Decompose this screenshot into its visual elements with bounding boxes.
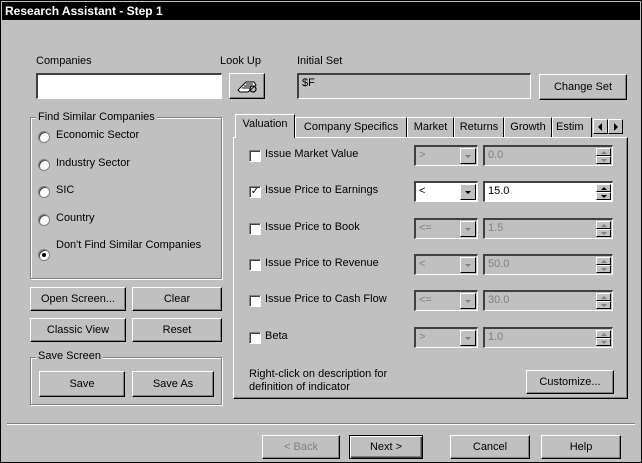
checkmark-icon: ✓ xyxy=(250,186,260,197)
criterion-checkbox[interactable] xyxy=(249,332,261,344)
window-titlebar[interactable]: Research Assistant - Step 1 xyxy=(2,2,640,20)
tab-scroll-left-icon[interactable] xyxy=(593,119,608,134)
criterion-value: 15.0 xyxy=(488,185,510,197)
criterion-value-spinner: 50.0 xyxy=(483,254,613,275)
criterion-checkbox[interactable]: ✓ xyxy=(249,186,261,198)
hint-text: Right-click on description for definitio… xyxy=(249,368,387,394)
criterion-value-spinner: 1.5 xyxy=(483,218,613,239)
criterion-label[interactable]: Issue Price to Revenue xyxy=(265,257,379,269)
tab-returns[interactable]: Returns xyxy=(454,117,504,137)
criterion-operator-value: <= xyxy=(419,294,432,306)
criterion-value: 1.0 xyxy=(488,331,504,343)
spinner-arrows-icon xyxy=(596,330,611,346)
criterion-checkbox[interactable] xyxy=(249,259,261,271)
customize-button[interactable]: Customize... xyxy=(526,370,614,394)
radio-sic[interactable] xyxy=(38,186,50,198)
tab-estimates[interactable]: Estim xyxy=(552,117,592,137)
criterion-value-spinner: 30.0 xyxy=(483,290,613,311)
criterion-operator-select: < xyxy=(414,254,478,275)
tab-valuation[interactable]: Valuation xyxy=(235,114,295,138)
spinner-arrows-icon xyxy=(596,257,611,273)
criterion-value-spinner[interactable]: 15.0 xyxy=(483,181,613,202)
save-as-button[interactable]: Save As xyxy=(132,371,214,397)
criterion-checkbox[interactable] xyxy=(249,223,261,235)
criterion-operator-value: <= xyxy=(419,222,432,234)
radio-economic-sector-label[interactable]: Economic Sector xyxy=(56,129,139,141)
chevron-down-icon xyxy=(460,221,476,237)
criterion-operator-select: > xyxy=(414,327,478,348)
criterion-label[interactable]: Beta xyxy=(265,330,288,342)
classic-view-button[interactable]: Classic View xyxy=(30,318,126,342)
change-set-button[interactable]: Change Set xyxy=(539,74,627,100)
help-button[interactable]: Help xyxy=(541,435,621,459)
radio-country[interactable] xyxy=(38,214,50,226)
lookup-icon xyxy=(237,81,257,93)
criterion-operator-value: < xyxy=(419,258,426,270)
radio-dont-find-similar[interactable] xyxy=(38,249,50,261)
save-screen-title: Save Screen xyxy=(36,350,103,362)
radio-country-label[interactable]: Country xyxy=(56,212,95,224)
companies-label-text: Companies xyxy=(36,55,92,67)
spinner-arrows-icon xyxy=(596,293,611,309)
criterion-operator-select[interactable]: < xyxy=(414,181,478,202)
radio-economic-sector[interactable] xyxy=(38,131,50,143)
criterion-label[interactable]: Issue Price to Earnings xyxy=(265,184,378,196)
find-similar-title: Find Similar Companies xyxy=(36,111,157,123)
companies-input[interactable] xyxy=(36,73,222,99)
companies-label: Companies xyxy=(36,55,92,67)
criterion-operator-select: <= xyxy=(414,290,478,311)
radio-sic-label[interactable]: SIC xyxy=(56,184,74,196)
criterion-operator-select: > xyxy=(414,145,478,166)
open-screen-button[interactable]: Open Screen... xyxy=(30,287,126,311)
criterion-value-spinner: 0.0 xyxy=(483,145,613,166)
criterion-label[interactable]: Issue Market Value xyxy=(265,148,358,160)
chevron-down-icon[interactable] xyxy=(460,184,476,200)
clear-button[interactable]: Clear xyxy=(132,287,222,311)
find-similar-group xyxy=(30,117,222,279)
hint-line-2: definition of indicator xyxy=(249,381,350,393)
spinner-arrows-icon[interactable] xyxy=(596,184,611,200)
lookup-label: Look Up xyxy=(220,55,261,67)
chevron-down-icon xyxy=(460,330,476,346)
initial-set-field: $F xyxy=(297,73,531,99)
radio-dont-find-similar-label[interactable]: Don't Find Similar Companies xyxy=(56,239,206,252)
tab-scroll-right-icon[interactable] xyxy=(608,119,623,134)
criterion-checkbox[interactable] xyxy=(249,150,261,162)
radio-industry-sector-label[interactable]: Industry Sector xyxy=(56,157,130,169)
research-assistant-window: Research Assistant - Step 1 Companies Lo… xyxy=(0,0,642,463)
chevron-down-icon xyxy=(460,257,476,273)
criterion-label[interactable]: Issue Price to Book xyxy=(265,221,360,233)
criterion-operator-value: > xyxy=(419,149,426,161)
reset-button[interactable]: Reset xyxy=(132,318,222,342)
hint-line-1: Right-click on description for xyxy=(249,368,388,380)
chevron-down-icon xyxy=(460,293,476,309)
criterion-label[interactable]: Issue Price to Cash Flow xyxy=(265,293,387,305)
criterion-operator-select: <= xyxy=(414,218,478,239)
criterion-value: 50.0 xyxy=(488,258,510,270)
criterion-value: 0.0 xyxy=(488,149,504,161)
spinner-arrows-icon xyxy=(596,221,611,237)
cancel-button[interactable]: Cancel xyxy=(450,435,530,459)
tab-market[interactable]: Market xyxy=(407,117,454,137)
chevron-down-icon xyxy=(460,148,476,164)
criterion-operator-value: < xyxy=(419,185,426,197)
criterion-operator-value: > xyxy=(419,331,426,343)
initial-set-label: Initial Set xyxy=(297,55,343,67)
back-button[interactable]: < Back xyxy=(262,435,340,459)
criterion-value: 30.0 xyxy=(488,294,510,306)
next-button[interactable]: Next > xyxy=(349,435,423,459)
criterion-value-spinner: 1.0 xyxy=(483,327,613,348)
criterion-value: 1.5 xyxy=(488,222,504,234)
lookup-button[interactable] xyxy=(229,73,265,99)
criterion-checkbox[interactable] xyxy=(249,295,261,307)
tab-company-specifics[interactable]: Company Specifics xyxy=(295,117,407,137)
save-button[interactable]: Save xyxy=(39,371,125,397)
radio-industry-sector[interactable] xyxy=(38,159,50,171)
tab-growth[interactable]: Growth xyxy=(504,117,552,137)
spinner-arrows-icon xyxy=(596,148,611,164)
window-title: Research Assistant - Step 1 xyxy=(5,4,163,18)
footer-separator xyxy=(7,423,635,425)
